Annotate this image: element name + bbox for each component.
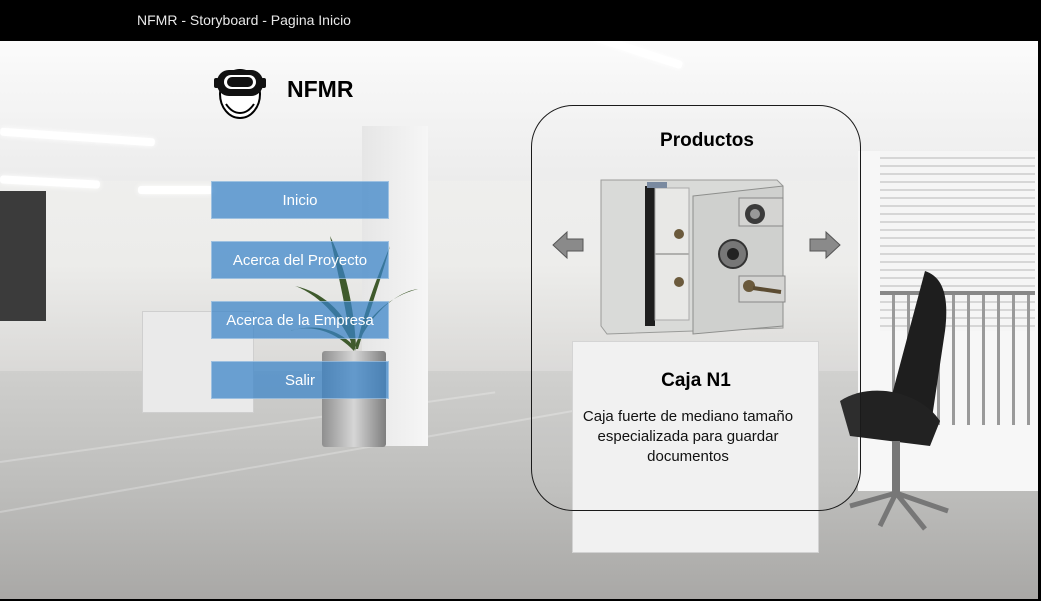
- background-office-photo: [0, 41, 1041, 599]
- menu-acerca-proyecto-button[interactable]: Acerca del Proyecto: [211, 241, 389, 279]
- menu-salir-button[interactable]: Salir: [211, 361, 389, 399]
- arrow-right-icon[interactable]: [808, 230, 842, 260]
- brand-name: NFMR: [287, 76, 354, 102]
- menu-acerca-empresa-button[interactable]: Acerca de la Empresa: [211, 301, 389, 339]
- window-title: NFMR - Storyboard - Pagina Inicio: [137, 12, 351, 28]
- product-description: Caja fuerte de mediano tamaño especializ…: [582, 408, 794, 465]
- arrow-left-icon[interactable]: [551, 230, 585, 260]
- vr-headset-icon: [214, 69, 266, 119]
- products-heading: Productos: [660, 130, 754, 151]
- safe-box-image: [600, 179, 786, 335]
- ceiling-light: [138, 186, 213, 194]
- menu-inicio-button[interactable]: Inicio: [211, 181, 389, 219]
- product-name: Caja N1: [661, 370, 731, 391]
- title-bar: NFMR - Storyboard - Pagina Inicio: [0, 0, 1041, 41]
- doorway: [0, 191, 46, 321]
